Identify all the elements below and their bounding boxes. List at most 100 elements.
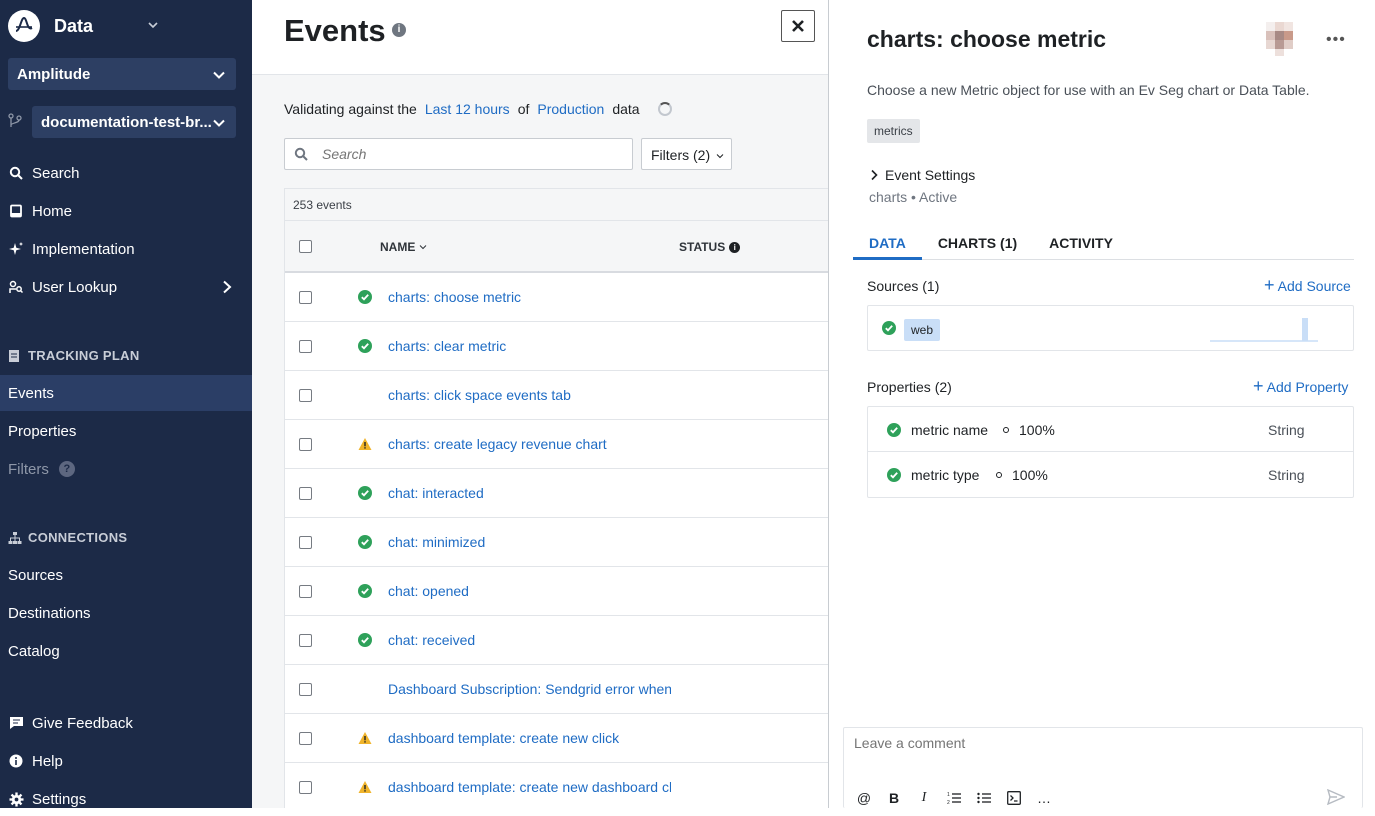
chevron-down-icon	[213, 71, 225, 79]
italic-button[interactable]: I	[917, 790, 931, 805]
ordered-list-icon[interactable]: 12	[947, 791, 961, 805]
events-main: Events i Validating against the Last 12 …	[252, 0, 828, 808]
volume-sparkline-icon	[1210, 318, 1318, 342]
home-icon	[8, 203, 24, 219]
name-column-header[interactable]: NAME	[380, 240, 427, 254]
table-row[interactable]: charts: choose metric	[285, 273, 828, 322]
property-name: metric type	[911, 467, 980, 483]
comment-input[interactable]	[854, 735, 1334, 763]
table-row[interactable]: charts: click space events tab	[285, 371, 828, 420]
nav-give-feedback[interactable]: Give Feedback	[0, 706, 252, 740]
search-input[interactable]	[322, 146, 612, 162]
validation-line: Validating against the Last 12 hours of …	[284, 101, 672, 117]
time-range-link[interactable]: Last 12 hours	[425, 101, 510, 117]
sources-box: web	[867, 305, 1354, 351]
row-checkbox[interactable]	[299, 291, 312, 304]
nav-settings-label: Settings	[32, 790, 87, 808]
properties-box: metric name 100% String metric type 100%…	[867, 406, 1354, 498]
nav-user-lookup[interactable]: User Lookup	[0, 270, 252, 304]
event-name-link[interactable]: charts: create legacy revenue chart	[388, 436, 607, 452]
coverage-dot-icon	[996, 472, 1002, 478]
amplitude-logo-icon[interactable]	[8, 10, 40, 42]
check-circle-icon	[887, 468, 901, 482]
org-selector[interactable]: Amplitude	[8, 58, 236, 90]
row-checkbox[interactable]	[299, 683, 312, 696]
table-row[interactable]: Dashboard Subscription: Sendgrid error w…	[285, 665, 828, 714]
validation-of: of	[517, 101, 530, 117]
row-checkbox[interactable]	[299, 389, 312, 402]
more-tools-button[interactable]: …	[1037, 790, 1051, 806]
add-source-link[interactable]: + Add Source	[1264, 276, 1351, 294]
table-row[interactable]: chat: opened	[285, 567, 828, 616]
warning-icon	[358, 732, 372, 744]
row-checkbox[interactable]	[299, 340, 312, 353]
nav-filters[interactable]: Filters ?	[0, 452, 252, 486]
table-row[interactable]: charts: clear metric	[285, 322, 828, 371]
event-name-link[interactable]: chat: received	[388, 632, 475, 648]
category-tag[interactable]: metrics	[867, 119, 920, 143]
bold-button[interactable]: B	[887, 790, 901, 806]
nav-catalog[interactable]: Catalog	[0, 634, 252, 668]
mention-button[interactable]: @	[857, 790, 871, 806]
avatar[interactable]	[1266, 22, 1300, 56]
table-row[interactable]: charts: create legacy revenue chart	[285, 420, 828, 469]
nav-destinations[interactable]: Destinations	[0, 596, 252, 630]
property-row[interactable]: metric type 100% String	[868, 452, 1353, 497]
table-row[interactable]: chat: minimized	[285, 518, 828, 567]
bullet-list-icon[interactable]	[977, 791, 991, 805]
event-name-link[interactable]: charts: click space events tab	[388, 387, 571, 403]
filters-button[interactable]: Filters (2)	[641, 138, 732, 170]
table-row[interactable]: chat: received	[285, 616, 828, 665]
row-checkbox[interactable]	[299, 781, 312, 794]
nav-implementation[interactable]: Implementation	[0, 232, 252, 266]
nav-properties[interactable]: Properties	[0, 414, 252, 448]
event-settings-toggle[interactable]: Event Settings	[869, 167, 975, 183]
nav-settings[interactable]: Settings	[0, 782, 252, 816]
table-row[interactable]: dashboard template: create new click	[285, 714, 828, 763]
table-row[interactable]: dashboard template: create new dashboard…	[285, 763, 828, 808]
chevron-right-icon	[223, 280, 232, 294]
event-name-link[interactable]: Dashboard Subscription: Sendgrid error w…	[388, 681, 671, 697]
more-options-icon[interactable]: •••	[1326, 31, 1346, 49]
tab-charts[interactable]: CHARTS (1)	[922, 227, 1033, 260]
table-row[interactable]: chat: interacted	[285, 469, 828, 518]
nav-home[interactable]: Home	[0, 194, 252, 228]
info-icon[interactable]: i	[392, 23, 406, 37]
row-checkbox[interactable]	[299, 438, 312, 451]
property-row[interactable]: metric name 100% String	[868, 407, 1353, 452]
nav-help[interactable]: Help	[0, 744, 252, 778]
row-checkbox[interactable]	[299, 487, 312, 500]
row-checkbox[interactable]	[299, 585, 312, 598]
info-icon[interactable]: i	[729, 241, 741, 253]
tab-data[interactable]: DATA	[853, 227, 922, 260]
close-button[interactable]	[781, 10, 815, 42]
nav-events[interactable]: Events	[0, 375, 252, 411]
nav-search[interactable]: Search	[0, 156, 252, 190]
code-icon[interactable]	[1007, 791, 1021, 805]
environment-link[interactable]: Production	[537, 101, 604, 117]
hierarchy-icon	[8, 531, 22, 545]
nav-sources-label: Sources	[8, 566, 64, 584]
tab-activity[interactable]: ACTIVITY	[1033, 227, 1129, 260]
event-name-link[interactable]: charts: choose metric	[388, 289, 521, 305]
nav-sources[interactable]: Sources	[0, 558, 252, 592]
event-name-link[interactable]: chat: minimized	[388, 534, 485, 550]
event-name-link[interactable]: chat: opened	[388, 583, 469, 599]
branch-selector[interactable]: documentation-test-br...	[32, 106, 236, 138]
event-name-link[interactable]: chat: interacted	[388, 485, 484, 501]
add-property-link[interactable]: + Add Property	[1253, 377, 1348, 395]
row-checkbox[interactable]	[299, 536, 312, 549]
help-circle-icon[interactable]: ?	[58, 461, 75, 477]
sparkle-icon	[8, 241, 24, 257]
event-name-link[interactable]: charts: clear metric	[388, 338, 506, 354]
source-name-chip[interactable]: web	[904, 319, 941, 341]
send-icon[interactable]	[1327, 789, 1345, 805]
app-menu-chevron-icon[interactable]	[146, 18, 160, 32]
event-name-link[interactable]: dashboard template: create new dashboard…	[388, 779, 671, 795]
status-column-header[interactable]: STATUS i	[679, 240, 741, 254]
row-checkbox[interactable]	[299, 634, 312, 647]
row-checkbox[interactable]	[299, 732, 312, 745]
select-all-checkbox[interactable]	[299, 240, 312, 253]
search-box[interactable]	[284, 138, 633, 170]
event-name-link[interactable]: dashboard template: create new click	[388, 730, 619, 746]
